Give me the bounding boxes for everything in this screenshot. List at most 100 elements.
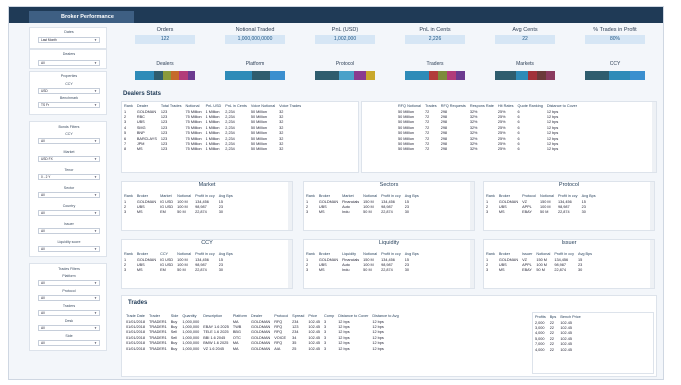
column-header[interactable]: Avg Bps <box>403 250 421 257</box>
column-header[interactable]: Avg Bps <box>576 250 594 257</box>
bond-filter-select[interactable]: All ▼ <box>38 138 100 144</box>
column-header[interactable]: Profit in ccy <box>193 192 217 199</box>
distribution-bar[interactable] <box>405 71 465 80</box>
column-header[interactable]: Liquidity <box>340 250 361 257</box>
column-header[interactable]: Profits <box>533 313 548 320</box>
table-row[interactable]: 4,000 22 102.45 <box>533 347 583 352</box>
column-header[interactable]: Trade Date <box>124 312 147 319</box>
column-header[interactable]: Market <box>158 192 175 199</box>
distribution-segment[interactable] <box>447 71 456 80</box>
bond-filter-select[interactable]: All ▼ <box>38 246 100 252</box>
column-header[interactable]: Protocol <box>272 312 290 319</box>
distribution-segment[interactable] <box>585 71 609 80</box>
distribution-segment[interactable] <box>179 71 188 80</box>
column-header[interactable]: Avg Bps <box>580 192 598 199</box>
distribution-segment[interactable] <box>546 71 555 80</box>
table-row[interactable]: 3 MS EM 50 M 22,874 30 <box>122 268 235 273</box>
column-header[interactable]: Notional <box>175 250 193 257</box>
distribution-segment[interactable] <box>609 71 630 80</box>
scrollbar[interactable] <box>650 182 654 230</box>
distribution-segment[interactable] <box>495 71 516 80</box>
column-header[interactable]: Rank <box>122 192 135 199</box>
column-header[interactable]: Rank <box>122 250 135 257</box>
distribution-bar[interactable] <box>315 71 375 80</box>
bond-filter-select[interactable]: All ▼ <box>38 228 100 234</box>
scrollbar[interactable] <box>650 240 654 288</box>
column-header[interactable]: Profit in ccy <box>556 192 580 199</box>
column-header[interactable]: Notional <box>175 192 193 199</box>
column-header[interactable]: Broker <box>317 250 340 257</box>
column-header[interactable]: Rank <box>484 250 497 257</box>
distribution-segment[interactable] <box>135 71 155 80</box>
column-header[interactable]: Hit Rates <box>496 102 516 109</box>
column-header[interactable]: Dealer <box>135 102 159 109</box>
bond-filter-select[interactable]: All ▼ <box>38 210 100 216</box>
column-header[interactable]: Profit in ccy <box>552 250 576 257</box>
trade-filter-select[interactable]: All ▼ <box>38 340 100 346</box>
scrollbar[interactable] <box>288 182 292 230</box>
table-row[interactable]: 2 UBS APPL 100 M 98,987 23 <box>484 262 594 267</box>
column-header[interactable]: Notional <box>184 102 204 109</box>
distribution-segment[interactable] <box>170 71 180 80</box>
trade-filter-select[interactable]: All ▼ <box>38 295 100 301</box>
column-header[interactable]: RFQ Notional <box>396 102 423 109</box>
distribution-segment[interactable] <box>537 71 546 80</box>
distribution-segment[interactable] <box>162 71 171 80</box>
tab-broker-performance[interactable]: Broker Performance <box>29 11 134 23</box>
dates-select[interactable]: Last Month ▼ <box>38 37 100 43</box>
column-header[interactable]: Protocol <box>520 192 538 199</box>
table-row[interactable]: 3 MS Indu 50 M 22,874 30 <box>304 210 421 215</box>
column-header[interactable]: Broker <box>317 192 340 199</box>
table-row[interactable]: 01/01/2018 TRADER1 Buy 1,000,000 VZ 1.6 2045… <box>124 346 401 351</box>
scrollbar[interactable] <box>470 240 474 288</box>
column-header[interactable]: PnL in Cents <box>223 102 249 109</box>
distribution-segment[interactable] <box>339 71 354 80</box>
scrollbar[interactable] <box>288 240 292 288</box>
column-header[interactable]: Profit in ccy <box>379 192 403 199</box>
distribution-bar[interactable] <box>225 71 285 80</box>
column-header[interactable]: Side <box>169 312 181 319</box>
distribution-segment[interactable] <box>438 71 447 80</box>
column-header[interactable]: Issuer <box>520 250 534 257</box>
column-header[interactable]: PnL USD <box>204 102 224 109</box>
column-header[interactable]: Rank <box>304 192 317 199</box>
column-header[interactable]: Description <box>201 312 231 319</box>
column-header[interactable]: Rank <box>304 250 317 257</box>
dealers-select[interactable]: All ▼ <box>38 60 100 66</box>
distribution-segment[interactable] <box>225 71 252 80</box>
distribution-bar[interactable] <box>495 71 555 80</box>
distribution-segment[interactable] <box>429 71 438 80</box>
distribution-segment[interactable] <box>405 71 429 80</box>
column-header[interactable]: Spread <box>290 312 306 319</box>
column-header[interactable]: Rank <box>122 102 135 109</box>
column-header[interactable]: Respons Rate <box>468 102 496 109</box>
table-row[interactable]: 3 MS EBAY 50 M 22,874 30 <box>484 210 598 215</box>
column-header[interactable]: Distance to Cover <box>545 102 579 109</box>
column-header[interactable]: Broker <box>497 192 520 199</box>
table-row[interactable]: 3 MS Indu 50 M 22,874 30 <box>304 268 421 273</box>
column-header[interactable]: Dealer <box>249 312 272 319</box>
distribution-segment[interactable] <box>315 71 339 80</box>
bond-filter-select[interactable]: 0 - 2 Y ▼ <box>38 174 100 180</box>
trade-filter-select[interactable]: All ▼ <box>38 310 100 316</box>
column-header[interactable]: Distance to Avg <box>370 312 400 319</box>
scrollbar[interactable] <box>652 102 656 172</box>
column-header[interactable]: Broker <box>497 250 520 257</box>
column-header[interactable]: Voice Notional <box>249 102 277 109</box>
table-row[interactable]: 3 MS EM 50 M 22,874 30 <box>122 210 235 215</box>
column-header[interactable]: Avg Bps <box>217 192 235 199</box>
column-header[interactable]: Notional <box>361 250 379 257</box>
column-header[interactable]: Broker <box>135 192 158 199</box>
column-header[interactable]: Quote Ranking <box>516 102 545 109</box>
table-row[interactable]: 1 GOLDMAN VZ 150 M 134,456 15 <box>484 257 594 262</box>
distribution-segment[interactable] <box>154 71 163 80</box>
column-header[interactable]: Broker <box>135 250 158 257</box>
column-header[interactable]: Bps <box>548 313 559 320</box>
benchmark-select[interactable]: TS Fr ▼ <box>38 102 100 108</box>
column-header[interactable]: Quantity <box>180 312 201 319</box>
distribution-segment[interactable] <box>456 71 465 80</box>
distribution-bar[interactable] <box>135 71 195 80</box>
distribution-bar[interactable] <box>585 71 645 80</box>
ccy-select[interactable]: USD ▼ <box>38 88 100 94</box>
column-header[interactable]: Comp <box>322 312 336 319</box>
